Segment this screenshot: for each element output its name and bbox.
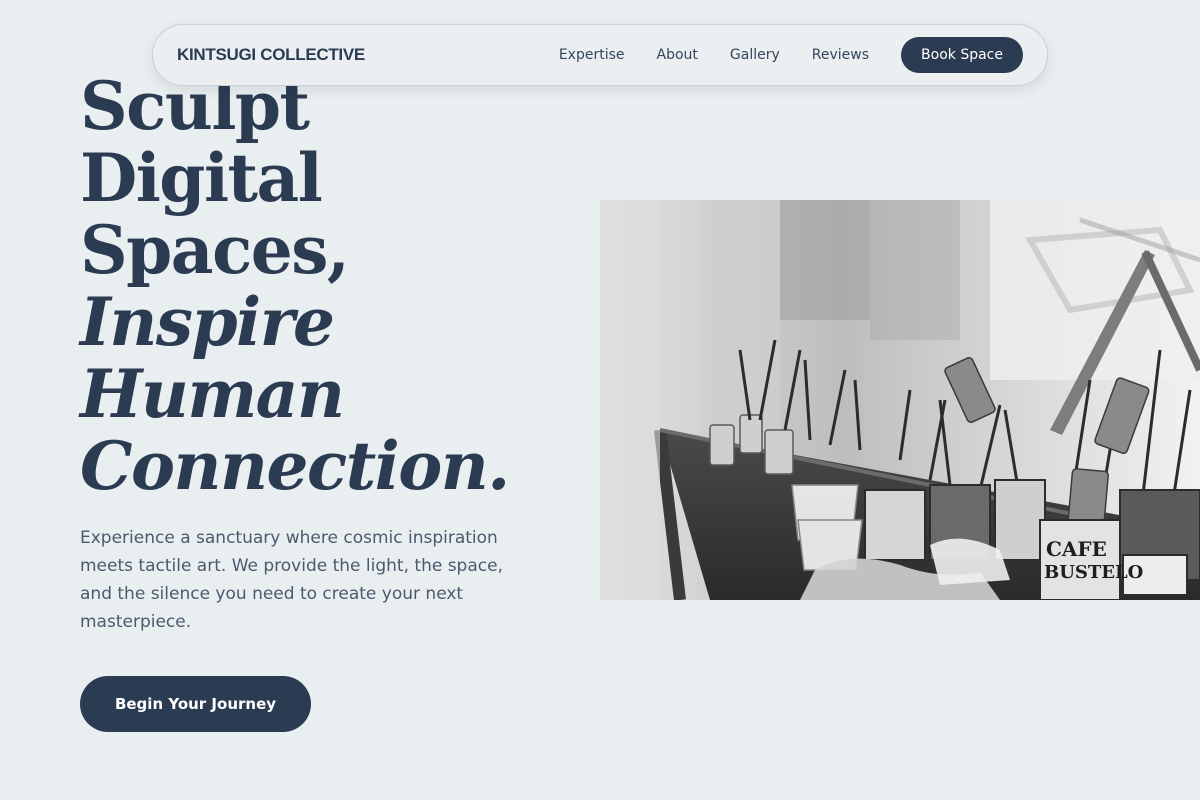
- book-space-button[interactable]: Book Space: [901, 37, 1023, 73]
- can-label: BUSTELO: [1044, 562, 1143, 583]
- nav-link-reviews[interactable]: Reviews: [796, 47, 885, 63]
- hero-title-line: Digital: [80, 139, 323, 217]
- landing-page: KINTSUGI COLLECTIVE Expertise About Gall…: [0, 0, 1200, 800]
- hero-title: Sculpt Digital Spaces, Inspire Human Con…: [80, 70, 560, 502]
- hero-title-line-italic: Human: [80, 355, 345, 433]
- nav-links: Expertise About Gallery Reviews Book Spa…: [543, 37, 1023, 73]
- brand-logo[interactable]: KINTSUGI COLLECTIVE: [177, 45, 365, 65]
- nav-link-expertise[interactable]: Expertise: [543, 47, 641, 63]
- hero-image-art-studio: CAFE BUSTELO: [600, 200, 1200, 600]
- begin-journey-button[interactable]: Begin Your Journey: [80, 676, 311, 732]
- hero-description: Experience a sanctuary where cosmic insp…: [80, 528, 503, 632]
- hero-title-line-italic: Connection.: [80, 427, 510, 505]
- can-label: CAFE: [1046, 537, 1107, 561]
- top-navbar: KINTSUGI COLLECTIVE Expertise About Gall…: [152, 24, 1048, 86]
- nav-link-about[interactable]: About: [641, 47, 714, 63]
- nav-link-gallery[interactable]: Gallery: [714, 47, 796, 63]
- hero-title-line: Spaces,: [80, 211, 350, 289]
- art-supplies-photo: CAFE BUSTELO: [600, 200, 1200, 600]
- hero-title-line-italic: Inspire: [80, 283, 335, 361]
